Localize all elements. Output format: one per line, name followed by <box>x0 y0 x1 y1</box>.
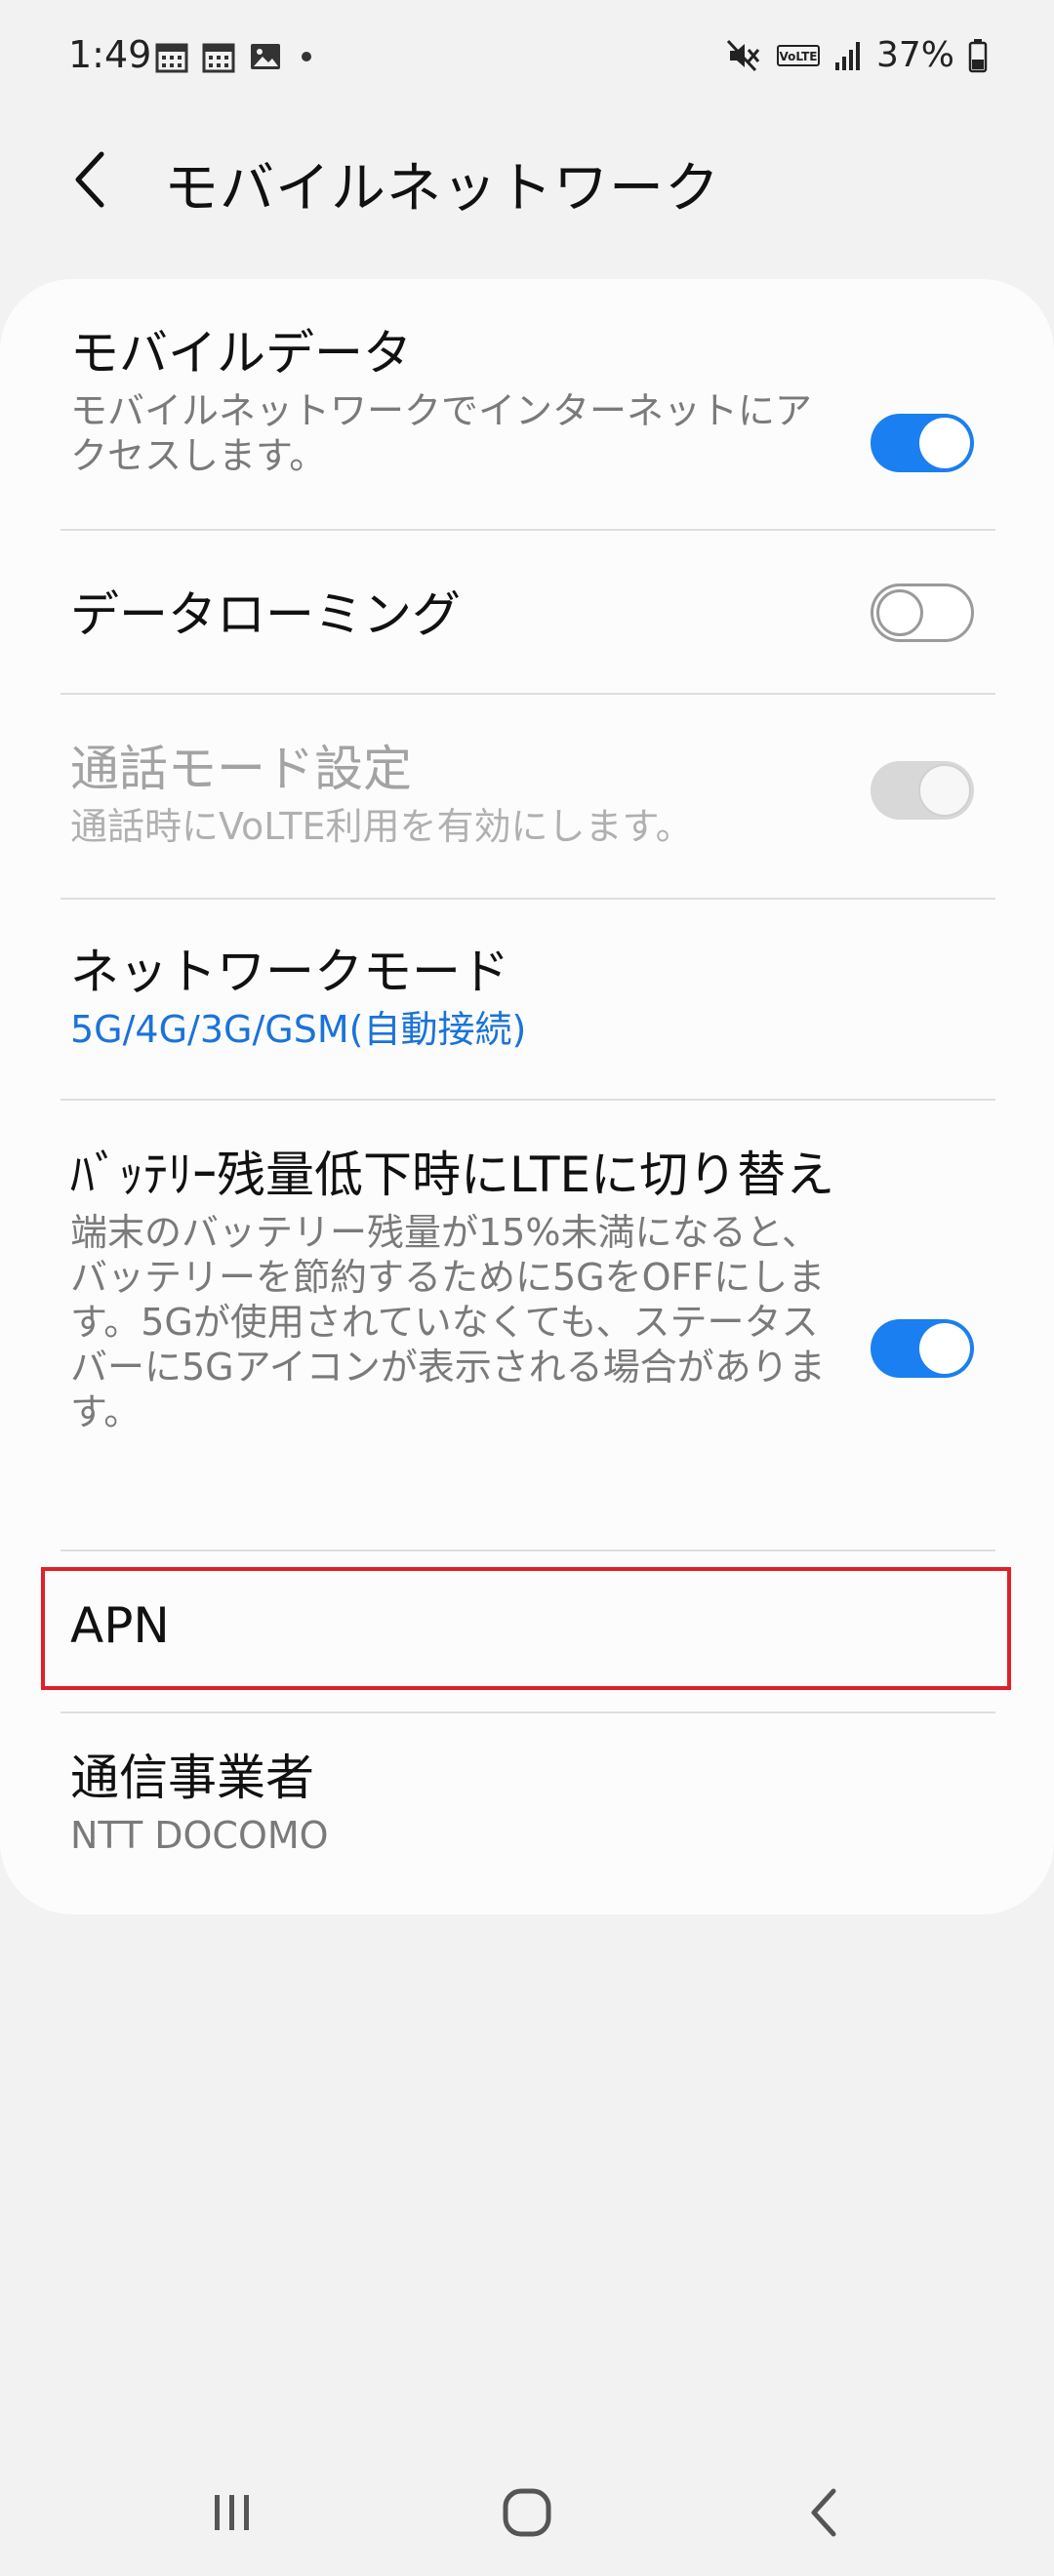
settings-card: モバイルデータ モバイルネットワークでインターネットにアクセスします。 データロ… <box>0 279 1054 1914</box>
app-bar: モバイルネットワーク <box>0 127 1054 234</box>
setting-call-mode: 通話モード設定 通話時にVoLTE利用を有効にします。 <box>0 695 1054 898</box>
toggle-knob <box>919 1323 970 1374</box>
back-icon <box>811 2488 836 2537</box>
home-button[interactable] <box>488 2478 566 2547</box>
setting-battery-lte[interactable]: ﾊﾞｯﾃﾘｰ残量低下時にLTEに切り替え 端末のバッテリー残量が15%未満になる… <box>0 1101 1054 1550</box>
setting-data-roaming[interactable]: データローミング <box>0 531 1054 693</box>
mobile-data-toggle[interactable] <box>871 414 974 472</box>
home-icon <box>503 2488 551 2537</box>
battery-icon <box>968 38 988 72</box>
battery-lte-toggle[interactable] <box>871 1319 974 1378</box>
svg-text:VoLTE: VoLTE <box>780 50 818 63</box>
recent-apps-button[interactable] <box>193 2478 271 2547</box>
setting-title: データローミング <box>70 586 461 643</box>
call-mode-toggle <box>871 761 974 820</box>
toggle-knob <box>876 589 923 636</box>
divider <box>61 1550 995 1551</box>
setting-subtitle: 通話時にVoLTE利用を有効にします。 <box>70 805 693 848</box>
setting-title: APN <box>70 1597 170 1654</box>
volte-icon: VoLTE <box>776 44 820 66</box>
page-title: モバイルネットワーク <box>164 157 720 221</box>
setting-subtitle: NTT DOCOMO <box>70 1814 329 1857</box>
mute-icon <box>726 39 760 71</box>
setting-subtitle: モバイルネットワークでインターネットにアクセスします。 <box>70 389 813 477</box>
setting-apn[interactable]: APN <box>0 1567 1054 1690</box>
battery-percent: 37% <box>875 35 954 75</box>
recent-apps-icon <box>215 2495 249 2530</box>
setting-title: ﾊﾞｯﾃﾘｰ残量低下時にLTEに切り替え <box>70 1147 835 1203</box>
back-button[interactable] <box>61 141 119 219</box>
calendar-icon <box>155 43 188 73</box>
status-time: 1:49 <box>68 33 152 76</box>
data-roaming-toggle[interactable] <box>871 584 974 642</box>
setting-title: モバイルデータ <box>70 325 412 382</box>
dot-icon <box>302 52 311 61</box>
toggle-knob <box>918 764 971 817</box>
nav-back-button[interactable] <box>785 2478 863 2547</box>
calendar-icon <box>202 43 235 73</box>
status-bar: 1:49 VoLTE 37% <box>0 0 1054 117</box>
signal-icon <box>834 41 860 70</box>
back-chevron-icon <box>75 151 104 208</box>
setting-network-mode[interactable]: ネットワークモード 5G/4G/3G/GSM(自動接続) <box>0 900 1054 1099</box>
navigation-bar <box>0 2439 1054 2576</box>
setting-subtitle: 端末のバッテリー残量が15%未満になると、バッテリーを節約するために5GをOFF… <box>70 1211 826 1433</box>
image-icon <box>251 44 280 69</box>
system-icons: VoLTE 37% <box>726 35 988 75</box>
setting-title: ネットワークモード <box>70 944 509 1000</box>
setting-title: 通信事業者 <box>70 1750 314 1806</box>
setting-subtitle: 5G/4G/3G/GSM(自動接続) <box>70 1008 527 1051</box>
notification-icons <box>154 39 318 74</box>
toggle-knob <box>919 418 970 468</box>
setting-carrier[interactable]: 通信事業者 NTT DOCOMO <box>0 1713 1054 1909</box>
setting-mobile-data[interactable]: モバイルデータ モバイルネットワークでインターネットにアクセスします。 <box>0 322 1054 517</box>
setting-title: 通話モード設定 <box>70 741 412 797</box>
